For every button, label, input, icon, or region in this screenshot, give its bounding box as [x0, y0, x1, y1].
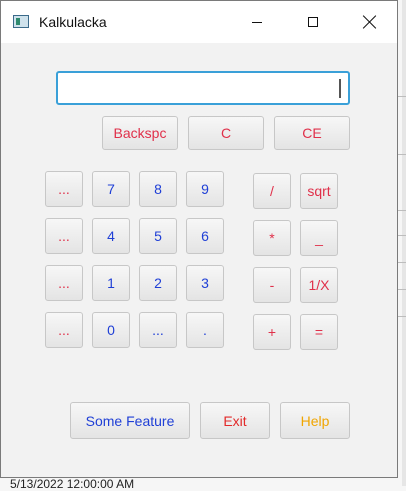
add-button[interactable]: +: [253, 314, 291, 350]
reciprocal-button[interactable]: 1/X: [300, 267, 338, 303]
app-icon: [13, 15, 29, 28]
clear-entry-button[interactable]: CE: [274, 116, 350, 150]
background-divider: [398, 289, 406, 290]
backspace-button[interactable]: Backspc: [102, 116, 178, 150]
some-feature-button[interactable]: Some Feature: [70, 402, 190, 439]
close-button[interactable]: [341, 1, 397, 43]
background-divider: [398, 154, 406, 155]
background-divider: [398, 210, 406, 211]
minimize-icon: [252, 21, 262, 23]
text-caret: [339, 79, 341, 98]
subtract-button[interactable]: -: [253, 267, 291, 303]
background-status-text: 5/13/2022 12:00:00 AM: [10, 477, 135, 491]
digit-4-button[interactable]: 4: [92, 218, 130, 254]
maximize-button[interactable]: [285, 1, 341, 43]
divide-button[interactable]: /: [253, 173, 291, 209]
digit-6-button[interactable]: 6: [186, 218, 224, 254]
sign-button[interactable]: ...: [139, 312, 177, 348]
close-icon: [362, 15, 376, 29]
memory-button-4[interactable]: ...: [45, 312, 83, 348]
background-divider: [398, 96, 406, 97]
memory-button-2[interactable]: ...: [45, 218, 83, 254]
digit-3-button[interactable]: 3: [186, 265, 224, 301]
clear-button[interactable]: C: [188, 116, 264, 150]
background-app-edge: [402, 0, 406, 486]
equals-button[interactable]: =: [300, 314, 338, 350]
background-divider: [398, 262, 406, 263]
maximize-icon: [308, 17, 318, 27]
multiply-button[interactable]: *: [253, 220, 291, 256]
window-title: Kalkulacka: [39, 14, 107, 30]
minimize-button[interactable]: [229, 1, 285, 43]
memory-button-3[interactable]: ...: [45, 265, 83, 301]
display-input[interactable]: [56, 71, 350, 105]
decimal-button[interactable]: .: [186, 312, 224, 348]
sqrt-button[interactable]: sqrt: [300, 173, 338, 209]
exit-button[interactable]: Exit: [200, 402, 270, 439]
digit-2-button[interactable]: 2: [139, 265, 177, 301]
help-button[interactable]: Help: [280, 402, 350, 439]
background-divider: [398, 316, 406, 317]
underscore-button[interactable]: _: [300, 220, 338, 256]
digit-5-button[interactable]: 5: [139, 218, 177, 254]
digit-8-button[interactable]: 8: [139, 171, 177, 207]
digit-9-button[interactable]: 9: [186, 171, 224, 207]
memory-button-1[interactable]: ...: [45, 171, 83, 207]
digit-1-button[interactable]: 1: [92, 265, 130, 301]
background-divider: [398, 235, 406, 236]
digit-7-button[interactable]: 7: [92, 171, 130, 207]
digit-0-button[interactable]: 0: [92, 312, 130, 348]
title-bar[interactable]: Kalkulacka: [1, 1, 397, 43]
